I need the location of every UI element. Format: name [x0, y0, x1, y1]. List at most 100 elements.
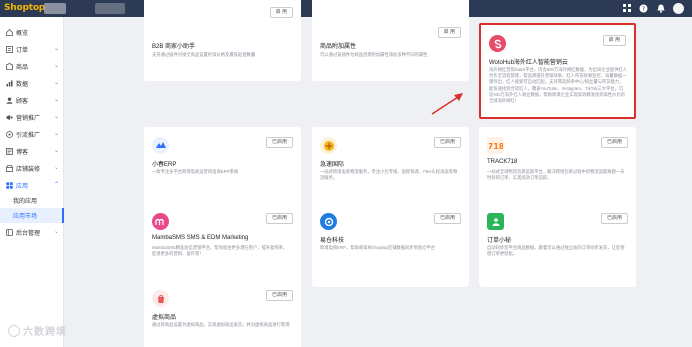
app-description: 支持通过插件对接全商品设置折扣价格及最低起批数量 — [152, 52, 256, 57]
sidebar-item-data[interactable]: 数据 ⌄ — [0, 76, 64, 91]
avatar[interactable] — [673, 3, 684, 14]
enabled-button[interactable]: 已启用 — [600, 213, 628, 224]
app-title: B2B 商家小助手 — [152, 44, 196, 50]
sidebar: 概览 订单 ⌄ 商品 ⌄ 数据 ⌄ 顾客 ⌄ 营销推广 ⌄ 引流推广 ⌄ 博客 … — [0, 17, 64, 347]
app-description: MambaSMS精准短信营销平台，帮你留住更多潜在用户，提升复购率，促进更多的营… — [152, 245, 288, 257]
admin-icon — [5, 229, 13, 237]
sidebar-item-traffic[interactable]: 引流推广 ⌄ — [0, 127, 64, 142]
chevron-down-icon: ⌄ — [53, 97, 59, 103]
app-title: MambaSMS SMS & EDM Marketing — [152, 235, 249, 241]
sidebar-item-marketing[interactable]: 营销推广 ⌄ — [0, 110, 64, 125]
enabled-button[interactable]: 已启用 — [265, 290, 293, 301]
sidebar-item-customers[interactable]: 顾客 ⌄ — [0, 93, 64, 108]
chevron-down-icon: ⌄ — [53, 114, 59, 120]
product-icon — [5, 63, 13, 71]
mamba-icon — [152, 213, 169, 230]
enabled-button[interactable]: 已启用 — [433, 213, 461, 224]
chevron-down-icon: ⌄ — [53, 46, 59, 52]
sidebar-item-my-apps[interactable]: 我的应用 — [0, 193, 64, 208]
virtual-goods-icon — [152, 290, 169, 307]
store-selector-redacted[interactable] — [44, 3, 66, 14]
traffic-icon — [5, 131, 13, 139]
sidebar-item-admin[interactable]: 后台管理 ⌄ — [0, 225, 64, 240]
sidebar-item-apps[interactable]: 应用 ⌃ — [0, 178, 64, 193]
home-icon — [5, 29, 13, 37]
app-card-ecang[interactable]: 已启用 易仓科技 跨境电商ERP，帮助商家将Shoptop店铺数据同步到易仓平台 — [312, 203, 469, 287]
ecang-icon — [320, 213, 337, 230]
app-description: 可以通过该插件为商品创建附加属性添加多种不同的属性 — [320, 52, 428, 57]
sidebar-item-overview[interactable]: 概览 — [0, 25, 64, 40]
app-title: 订单小秘 — [487, 238, 512, 244]
sidebar-item-label: 顾客 — [16, 99, 29, 105]
app-description: 一站式全球物流包裹追踪平台，解决跨境包裹过程中的物流追踪难题一天时效的订单，实现… — [487, 169, 625, 181]
svg-text:718: 718 — [489, 142, 503, 150]
sidebar-item-label: 数据 — [16, 82, 29, 88]
erp-icon — [152, 137, 169, 154]
chevron-down-icon: ⌄ — [53, 165, 59, 171]
app-card-mambasms[interactable]: 已启用 MambaSMS SMS & EDM Marketing MambaSM… — [144, 203, 301, 287]
chevron-up-icon: ⌃ — [53, 182, 59, 188]
wotohub-icon — [489, 35, 506, 52]
app-card-xiaochun-erp[interactable]: 已启用 小春ERP 一款专注多平台跨境电商运营的电商ERP系统 — [144, 127, 301, 211]
app-logo[interactable]: Shoptop — [4, 3, 45, 13]
order-secretary-icon — [487, 213, 504, 230]
watermark: 六数跨境 — [8, 323, 67, 338]
sidebar-item-blog[interactable]: 博客 ⌄ — [0, 144, 64, 159]
enabled-button[interactable]: 已启用 — [600, 137, 628, 148]
apps-icon — [5, 182, 13, 190]
sidebar-item-label: 博客 — [16, 150, 29, 156]
bell-icon[interactable] — [656, 4, 665, 14]
app-description: 跨境电商ERP，帮助商家将Shoptop店铺数据同步到易仓平台 — [320, 245, 436, 250]
help-icon[interactable]: ? — [639, 4, 648, 14]
sidebar-item-label: 店铺装修 — [16, 167, 41, 173]
enabled-button[interactable]: 已启用 — [265, 137, 293, 148]
sidebar-item-orders[interactable]: 订单 ⌄ — [0, 42, 64, 57]
store-icon — [5, 165, 13, 173]
app-card-wotohub[interactable]: 启 用 WotoHub海外红人智能营销云 海外网红营销SaaS平台，内含500万… — [479, 23, 636, 119]
sidebar-item-label: 我的应用 — [13, 199, 38, 205]
sidebar-item-store-design[interactable]: 店铺装修 ⌄ — [0, 161, 64, 176]
app-description: 自动同步您平台商品数据，跟着可以通过独立站的订单同步发货，让您管理订单更轻松。 — [487, 245, 625, 257]
app-title: 虚拟商品 — [152, 315, 177, 321]
app-card-b2b[interactable]: 启 用 B2B 商家小助手 支持通过插件对接全商品设置折扣价格及最低起批数量 — [144, 0, 301, 81]
enable-button[interactable]: 启 用 — [437, 27, 461, 38]
enable-button[interactable]: 启 用 — [269, 7, 293, 18]
track-icon: 718 — [487, 137, 504, 154]
sidebar-item-label: 应用市场 — [13, 214, 38, 220]
app-description: 一站式跨境电商物流服务，专注小包专线、国际快递、FBA头程海运等物流服务。 — [320, 169, 458, 181]
sidebar-item-label: 商品 — [16, 65, 29, 71]
app-description: 海外网红营销SaaS平台，内含500万海外网红数据，为出海企业提供红人合作全流程… — [489, 67, 627, 104]
express-icon — [320, 137, 337, 154]
app-description: 通过将商品设置为虚拟商品，实现虚拟商品发货，并对虚拟商品进行管理 — [152, 322, 290, 327]
chevron-down-icon: ⌄ — [53, 229, 59, 235]
enabled-button[interactable]: 已启用 — [265, 213, 293, 224]
enable-button[interactable]: 启 用 — [602, 35, 626, 46]
app-card-attribute[interactable]: 启 用 商品附加属性 可以通过该插件为商品创建附加属性添加多种不同的属性 — [312, 0, 469, 81]
sidebar-item-label: 应用 — [16, 184, 29, 190]
chevron-down-icon: ⌄ — [53, 80, 59, 86]
watermark-logo-icon — [8, 325, 20, 337]
app-title: 急速国际 — [320, 162, 345, 168]
data-icon — [5, 80, 13, 88]
app-card-express[interactable]: 已启用 急速国际 一站式跨境电商物流服务，专注小包专线、国际快递、FBA头程海运… — [312, 127, 469, 211]
order-icon — [5, 46, 13, 54]
sidebar-item-app-market[interactable]: 应用市场 — [0, 208, 64, 223]
enabled-button[interactable]: 已启用 — [433, 137, 461, 148]
app-card-order-secretary[interactable]: 已启用 订单小秘 自动同步您平台商品数据，跟着可以通过独立站的订单同步发货，让您… — [479, 203, 636, 287]
app-title: 商品附加属性 — [320, 44, 357, 50]
blog-icon — [5, 148, 13, 156]
red-arrow-annotation — [431, 93, 463, 115]
chevron-down-icon: ⌄ — [53, 131, 59, 137]
app-title: WotoHub海外红人智能营销云 — [489, 60, 568, 66]
sidebar-item-label: 概览 — [16, 31, 29, 37]
svg-text:?: ? — [642, 6, 645, 13]
app-title: TRACK718 — [487, 159, 518, 165]
sidebar-item-products[interactable]: 商品 ⌄ — [0, 59, 64, 74]
app-card-virtual-goods[interactable]: 已启用 虚拟商品 通过将商品设置为虚拟商品，实现虚拟商品发货，并对虚拟商品进行管… — [144, 280, 301, 347]
app-card-track718[interactable]: 718 已启用 TRACK718 一站式全球物流包裹追踪平台，解决跨境包裹过程中… — [479, 127, 636, 211]
app-title: 易仓科技 — [320, 238, 345, 244]
sidebar-item-label: 订单 — [16, 48, 29, 54]
chevron-down-icon: ⌄ — [53, 148, 59, 154]
grid-icon[interactable] — [622, 3, 631, 14]
app-title: 小春ERP — [152, 162, 177, 168]
